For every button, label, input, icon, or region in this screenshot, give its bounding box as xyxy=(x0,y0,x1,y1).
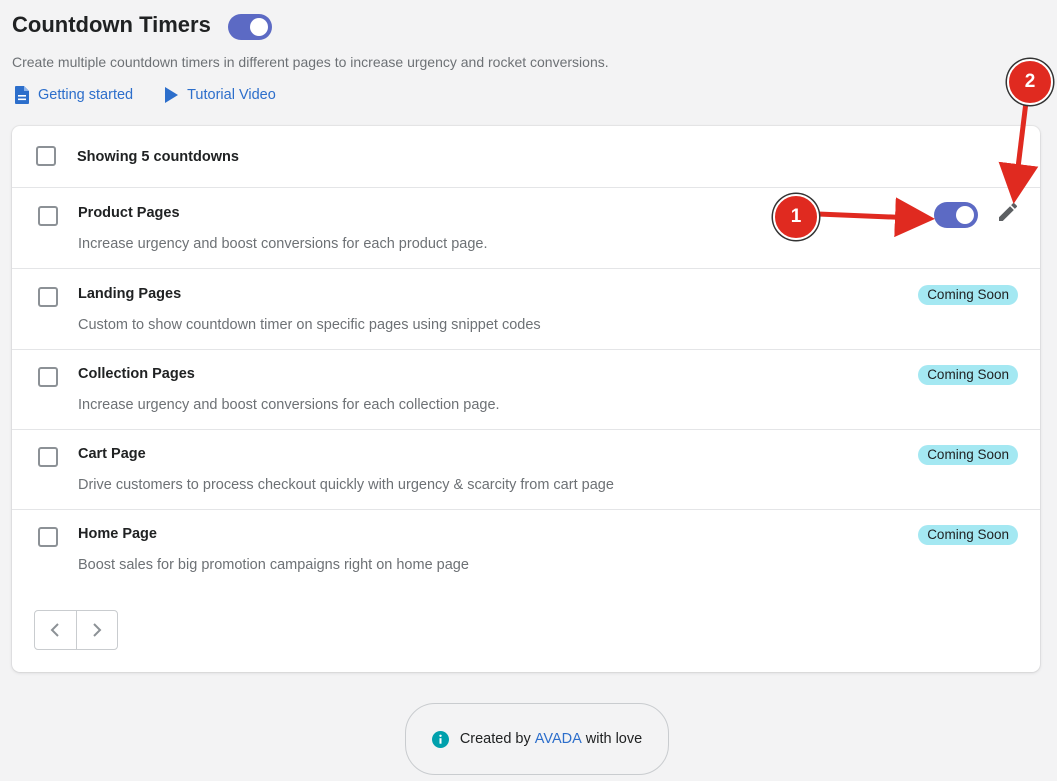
row-title: Landing Pages xyxy=(78,286,182,302)
coming-soon-badge: Coming Soon xyxy=(918,445,1018,465)
list-item[interactable]: Home Page Boost sales for big promotion … xyxy=(12,509,1040,589)
chevron-right-icon xyxy=(93,623,102,637)
select-all-checkbox[interactable] xyxy=(36,146,56,166)
list-item[interactable]: Collection Pages Increase urgency and bo… xyxy=(12,349,1040,430)
row-checkbox[interactable] xyxy=(38,527,58,547)
getting-started-label: Getting started xyxy=(38,87,134,103)
previous-page-button[interactable] xyxy=(35,611,76,649)
page-subtitle: Create multiple countdown timers in diff… xyxy=(12,54,609,70)
coming-soon-badge: Coming Soon xyxy=(918,525,1018,545)
next-page-button[interactable] xyxy=(75,611,118,649)
row-checkbox[interactable] xyxy=(38,287,58,307)
row-checkbox[interactable] xyxy=(38,367,58,387)
row-title: Collection Pages xyxy=(78,366,195,382)
countdown-list-card: Showing 5 countdowns Product Pages Incre… xyxy=(12,126,1040,672)
chevron-left-icon xyxy=(50,623,59,637)
row-description: Custom to show countdown timer on specif… xyxy=(78,317,541,333)
row-checkbox[interactable] xyxy=(38,447,58,467)
toggle-knob xyxy=(250,18,268,36)
row-description: Boost sales for big promotion campaigns … xyxy=(78,557,469,573)
row-title: Cart Page xyxy=(78,446,146,462)
row-description: Increase urgency and boost conversions f… xyxy=(78,397,500,413)
avada-link[interactable]: AVADA xyxy=(535,731,582,747)
coming-soon-badge: Coming Soon xyxy=(918,365,1018,385)
list-item[interactable]: Landing Pages Custom to show countdown t… xyxy=(12,269,1040,350)
edit-button[interactable] xyxy=(996,200,1020,229)
list-item[interactable]: Cart Page Drive customers to process che… xyxy=(12,429,1040,510)
list-summary: Showing 5 countdowns xyxy=(77,149,239,165)
help-links: Getting started Tutorial Video xyxy=(14,86,276,104)
row-title: Home Page xyxy=(78,526,157,542)
row-enable-toggle[interactable] xyxy=(934,202,978,228)
play-icon xyxy=(165,87,179,103)
footer-suffix: with love xyxy=(585,731,643,747)
annotation-marker-2: 2 xyxy=(1007,59,1053,105)
document-icon xyxy=(15,86,29,104)
app-enable-toggle[interactable] xyxy=(228,14,272,40)
annotation-marker-1: 1 xyxy=(773,194,819,240)
info-icon xyxy=(431,730,449,748)
row-checkbox[interactable] xyxy=(38,206,58,226)
row-description: Drive customers to process checkout quic… xyxy=(78,477,614,493)
tutorial-video-link[interactable]: Tutorial Video xyxy=(163,87,276,103)
tutorial-video-label: Tutorial Video xyxy=(187,87,276,103)
footer-credit: Created by AVADA with love xyxy=(405,703,669,775)
list-header: Showing 5 countdowns xyxy=(12,126,1040,188)
getting-started-link[interactable]: Getting started xyxy=(14,86,133,104)
list-item[interactable]: Product Pages Increase urgency and boost… xyxy=(12,188,1040,269)
footer-prefix: Created by xyxy=(459,731,531,747)
pagination xyxy=(34,610,118,650)
row-description: Increase urgency and boost conversions f… xyxy=(78,236,488,252)
page-title: Countdown Timers xyxy=(12,12,211,37)
row-title: Product Pages xyxy=(78,205,180,221)
pencil-icon xyxy=(999,202,1018,221)
toggle-knob xyxy=(956,206,974,224)
coming-soon-badge: Coming Soon xyxy=(918,285,1018,305)
